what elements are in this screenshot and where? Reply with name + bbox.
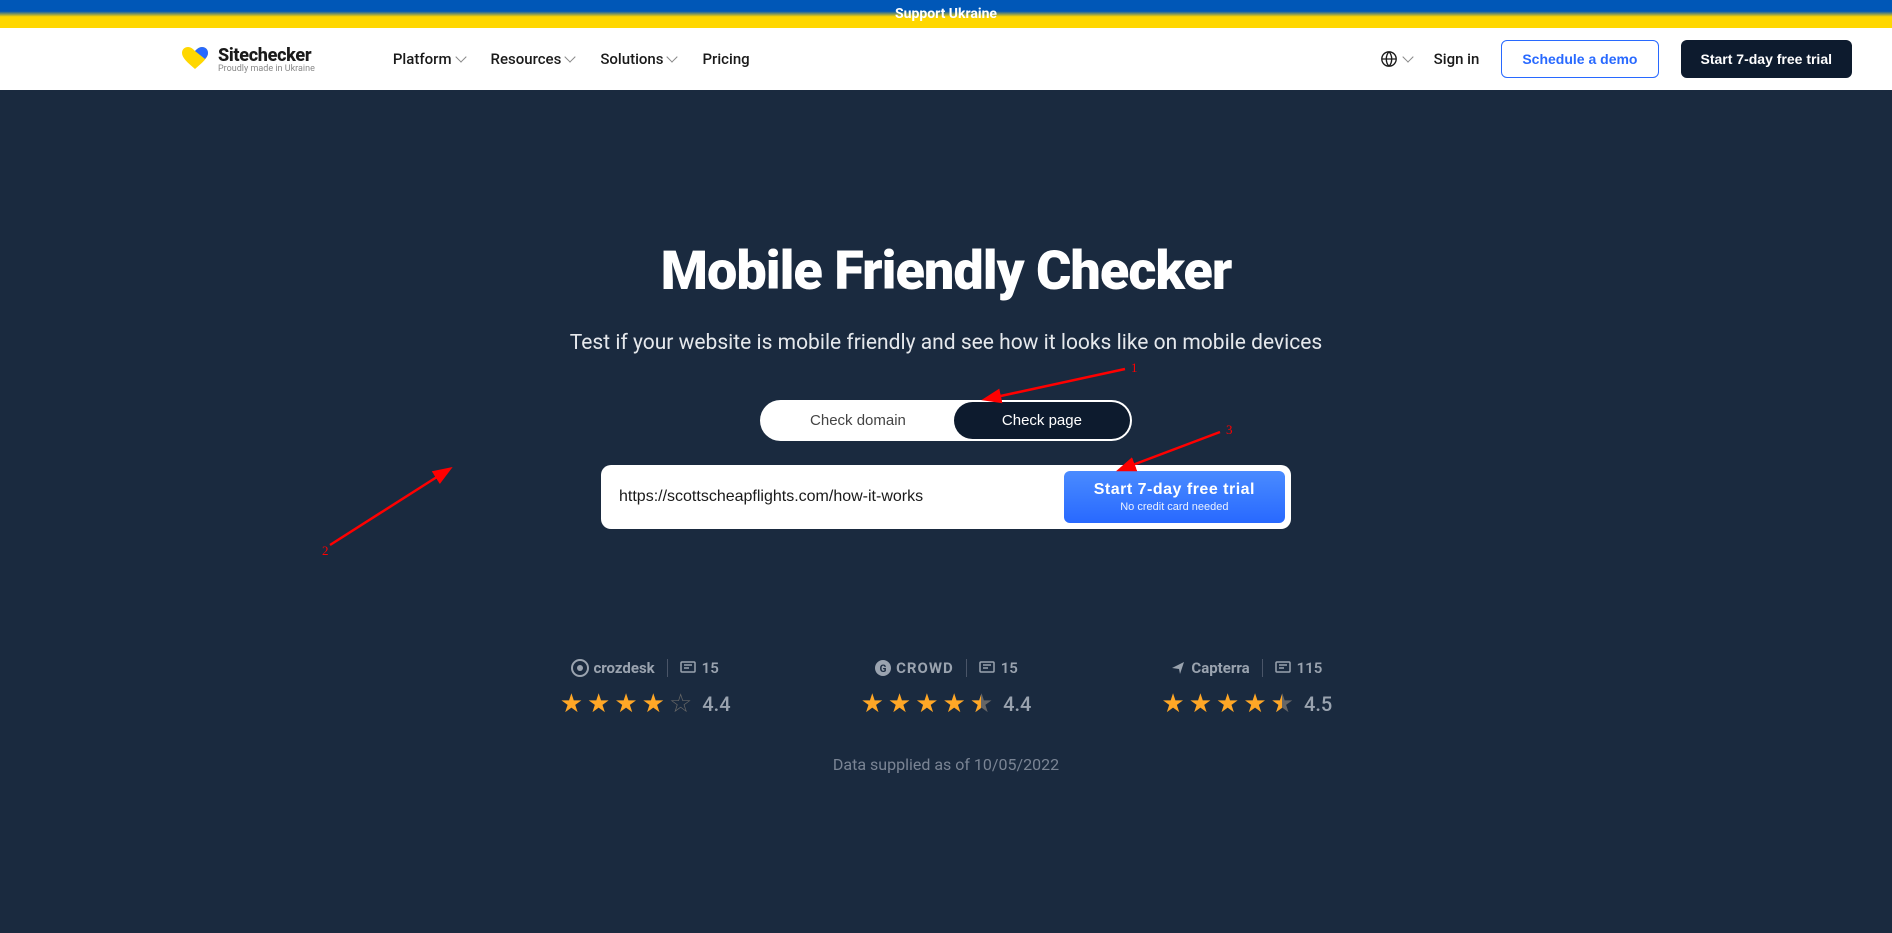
star-rating: ★★★★★ 4.5 <box>1161 689 1332 719</box>
star-rating: ★★★★★ 4.4 <box>861 689 1032 719</box>
data-supplied-note: Data supplied as of 10/05/2022 <box>0 755 1892 774</box>
chevron-down-icon <box>455 51 466 62</box>
chat-icon <box>680 660 696 676</box>
hero-section: Mobile Friendly Checker Test if your web… <box>0 90 1892 933</box>
main-nav: Platform Resources Solutions Pricing <box>393 50 750 68</box>
g2crowd-rating[interactable]: G CROWD 15 ★★★★★ 4.4 <box>861 659 1032 719</box>
heart-icon <box>180 47 210 71</box>
banner-text: Support Ukraine <box>895 6 997 22</box>
cta-sub-text: No credit card needed <box>1120 501 1228 513</box>
chat-icon <box>979 660 995 676</box>
annotation-1: 1 <box>1131 360 1138 376</box>
capterra-icon <box>1171 660 1187 676</box>
cta-main-text: Start 7-day free trial <box>1094 481 1255 499</box>
start-trial-cta-button[interactable]: Start 7-day free trial No credit card ne… <box>1064 471 1285 523</box>
chevron-down-icon <box>565 51 576 62</box>
nav-pricing[interactable]: Pricing <box>702 50 749 68</box>
sign-in-link[interactable]: Sign in <box>1434 50 1480 68</box>
capterra-rating[interactable]: Capterra 115 ★★★★★ 4.5 <box>1161 659 1332 719</box>
nav-platform[interactable]: Platform <box>393 50 465 68</box>
ukraine-banner[interactable]: Support Ukraine <box>0 0 1892 28</box>
globe-icon <box>1380 50 1398 68</box>
crozdesk-icon <box>571 659 589 677</box>
url-input-container: Start 7-day free trial No credit card ne… <box>601 465 1291 529</box>
url-input[interactable] <box>607 472 1060 522</box>
site-logo[interactable]: Sitechecker Proudly made in Ukraine <box>180 45 315 74</box>
nav-resources[interactable]: Resources <box>491 50 575 68</box>
check-page-tab[interactable]: Check page <box>954 402 1130 439</box>
main-header: Sitechecker Proudly made in Ukraine Plat… <box>0 28 1892 90</box>
annotation-2: 2 <box>322 543 329 559</box>
star-rating: ★★★★☆ 4.4 <box>560 689 731 719</box>
logo-tagline: Proudly made in Ukraine <box>218 64 315 74</box>
page-subtitle: Test if your website is mobile friendly … <box>0 331 1892 355</box>
nav-solutions[interactable]: Solutions <box>600 50 676 68</box>
language-selector[interactable] <box>1380 50 1412 68</box>
chevron-down-icon <box>667 51 678 62</box>
ratings-row: crozdesk 15 ★★★★☆ 4.4 G CROWD <box>0 659 1892 719</box>
page-title: Mobile Friendly Checker <box>0 240 1892 303</box>
schedule-demo-button[interactable]: Schedule a demo <box>1501 40 1658 78</box>
check-mode-toggle: Check domain Check page <box>760 400 1132 441</box>
chat-icon <box>1275 660 1291 676</box>
annotation-3: 3 <box>1226 422 1233 438</box>
crozdesk-rating[interactable]: crozdesk 15 ★★★★☆ 4.4 <box>560 659 731 719</box>
start-trial-button[interactable]: Start 7-day free trial <box>1681 40 1853 78</box>
chevron-down-icon <box>1402 51 1413 62</box>
g2-icon: G <box>874 659 892 677</box>
logo-name: Sitechecker <box>218 45 315 66</box>
svg-text:G: G <box>880 664 887 675</box>
check-domain-tab[interactable]: Check domain <box>762 402 954 439</box>
